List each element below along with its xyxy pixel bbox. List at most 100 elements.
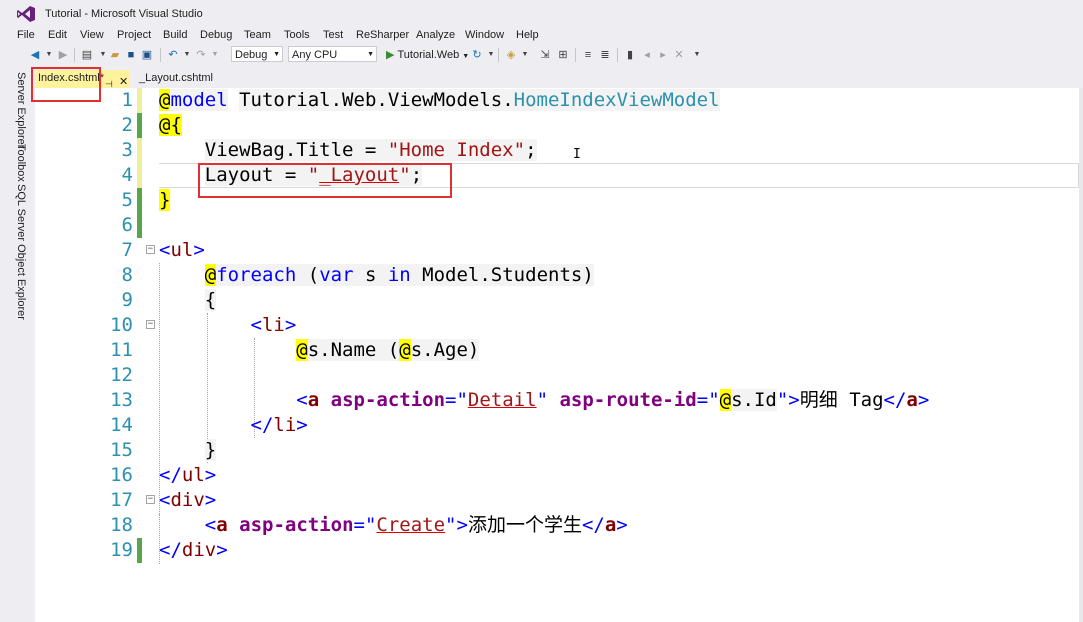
code-text: @s.Name (@s.Age) xyxy=(296,339,480,361)
code-line-7: 7 − <ul> xyxy=(35,238,1079,263)
dropdown-arrow-icon[interactable]: ▼ xyxy=(518,47,532,63)
prev-bookmark-icon[interactable]: ◂ xyxy=(640,47,654,63)
comment-icon[interactable]: ≡ xyxy=(581,47,595,63)
chevron-down-icon: ▼ xyxy=(367,51,374,58)
save-icon[interactable]: ■ xyxy=(124,47,138,63)
save-all-icon[interactable]: ▣ xyxy=(140,47,154,63)
code-line-11: 11 @s.Name (@s.Age) xyxy=(35,338,1079,363)
code-text: <ul> xyxy=(159,239,205,261)
clear-bookmarks-icon[interactable]: ✕ xyxy=(672,47,686,63)
change-marker xyxy=(137,113,142,138)
solution-configuration-select[interactable]: Debug ▼ xyxy=(231,46,283,62)
code-line-14: 14 </li> xyxy=(35,413,1079,438)
document-tab-bar: Index.cshtml* ⊣ ✕ _Layout.cshtml xyxy=(35,66,1083,89)
menu-help[interactable]: Help xyxy=(516,28,539,42)
forward-icon[interactable]: ▶ xyxy=(56,47,70,63)
bookmark-icon[interactable]: ▮ xyxy=(623,47,637,63)
dropdown-arrow-icon[interactable]: ▼ xyxy=(208,47,222,63)
collapse-icon[interactable]: − xyxy=(146,245,155,254)
code-line-8: 8 @foreach (var s in Model.Students) xyxy=(35,263,1079,288)
collapse-icon[interactable]: − xyxy=(146,320,155,329)
menu-test[interactable]: Test xyxy=(323,28,343,42)
menu-tools[interactable]: Tools xyxy=(284,28,310,42)
line-number: 8 xyxy=(121,264,133,286)
code-text: @{ xyxy=(159,114,182,136)
toolbox-tab[interactable]: Toolbox xyxy=(13,144,27,182)
menu-project[interactable]: Project xyxy=(117,28,151,42)
layout-line-highlight-box xyxy=(198,163,452,198)
back-icon[interactable]: ◀ xyxy=(28,47,42,63)
refresh-icon[interactable]: ↻ xyxy=(470,47,484,63)
redo-icon[interactable]: ↷ xyxy=(194,47,208,63)
line-number: 14 xyxy=(110,414,133,436)
code-line-13: 13 <a asp-action="Detail" asp-route-id="… xyxy=(35,388,1079,413)
menu-resharper[interactable]: ReSharper xyxy=(356,28,409,42)
code-line-10: 10 − <li> xyxy=(35,313,1079,338)
step-into-icon[interactable]: ⇲ xyxy=(538,47,552,63)
solution-platform-select[interactable]: Any CPU ▼ xyxy=(288,46,377,62)
browser-link-icon[interactable]: ◈ xyxy=(504,47,518,63)
tab-layout-cshtml[interactable]: _Layout.cshtml xyxy=(131,70,235,88)
open-folder-icon[interactable]: ▰ xyxy=(108,47,122,63)
chevron-down-icon: ▼ xyxy=(462,53,470,60)
code-text: ViewBag.Title = "Home Index"; xyxy=(204,139,537,161)
code-text: { xyxy=(204,289,217,311)
line-number: 12 xyxy=(110,364,133,386)
code-line-16: 16 </ul> xyxy=(35,463,1079,488)
code-text: <a asp-action="Create">添加一个学生</a> xyxy=(204,514,628,536)
toolbar: ◀ ▼ ▶ ▤ ▼ ▰ ■ ▣ ↶ ▼ ↷ ▼ Debug ▼ Any CPU … xyxy=(0,44,1083,66)
change-marker xyxy=(137,88,142,113)
code-text: </div> xyxy=(159,539,228,561)
title-bar: Tutorial - Microsoft Visual Studio xyxy=(0,0,1083,28)
code-line-3: 3 ViewBag.Title = "Home Index"; xyxy=(35,138,1079,163)
menu-window[interactable]: Window xyxy=(465,28,504,42)
line-number: 11 xyxy=(110,339,133,361)
line-number: 18 xyxy=(110,514,133,536)
line-number: 16 xyxy=(110,464,133,486)
new-project-icon[interactable]: ▤ xyxy=(80,47,94,63)
dropdown-arrow-icon[interactable]: ▼ xyxy=(42,47,56,63)
change-marker xyxy=(137,188,142,213)
code-line-2: 2 @{ xyxy=(35,113,1079,138)
code-line-5: 5 } xyxy=(35,188,1079,213)
menu-debug[interactable]: Debug xyxy=(200,28,232,42)
code-line-4: 4 Layout = "_Layout"; xyxy=(35,163,1079,188)
menu-analyze[interactable]: Analyze xyxy=(416,28,455,42)
code-line-17: 17 − <div> xyxy=(35,488,1079,513)
hierarchy-icon[interactable]: ⊞ xyxy=(556,47,570,63)
code-editor[interactable]: 1 @model Tutorial.Web.ViewModels.HomeInd… xyxy=(35,88,1083,622)
sql-server-object-explorer-tab[interactable]: SQL Server Object Explorer xyxy=(13,184,27,320)
change-marker xyxy=(137,538,142,563)
code-text: @foreach (var s in Model.Students) xyxy=(204,264,594,286)
uncomment-icon[interactable]: ≣ xyxy=(598,47,612,63)
toolbar-overflow-icon[interactable]: ▼ xyxy=(690,47,704,63)
window-title: Tutorial - Microsoft Visual Studio xyxy=(45,8,203,20)
code-line-12: 12 xyxy=(35,363,1079,388)
menu-team[interactable]: Team xyxy=(244,28,271,42)
menu-view[interactable]: View xyxy=(80,28,104,42)
server-explorer-tab[interactable]: Server Explorer xyxy=(13,72,27,148)
toolbar-separator xyxy=(74,48,75,62)
line-number: 4 xyxy=(121,164,133,186)
code-text: </ul> xyxy=(159,464,217,486)
vertical-scrollbar[interactable] xyxy=(1079,88,1083,622)
undo-icon[interactable]: ↶ xyxy=(166,47,180,63)
dropdown-arrow-icon[interactable]: ▼ xyxy=(180,47,194,63)
code-text: <div> xyxy=(159,489,217,511)
menu-edit[interactable]: Edit xyxy=(48,28,67,42)
change-marker xyxy=(137,163,142,188)
platform-value: Any CPU xyxy=(292,49,338,61)
menu-file[interactable]: File xyxy=(17,28,35,42)
collapse-icon[interactable]: − xyxy=(146,495,155,504)
next-bookmark-icon[interactable]: ▸ xyxy=(656,47,670,63)
toolbar-separator xyxy=(498,48,499,62)
code-text: @model Tutorial.Web.ViewModels.HomeIndex… xyxy=(159,89,720,111)
dropdown-arrow-icon[interactable]: ▼ xyxy=(484,47,498,63)
visual-studio-logo-icon xyxy=(17,6,35,22)
menu-build[interactable]: Build xyxy=(163,28,187,42)
start-debugging-button[interactable]: ▶ Tutorial.Web ▼ xyxy=(386,47,469,63)
line-number: 6 xyxy=(121,214,133,236)
toolbar-separator xyxy=(617,48,618,62)
line-number: 9 xyxy=(121,289,133,311)
chevron-down-icon: ▼ xyxy=(273,51,280,58)
